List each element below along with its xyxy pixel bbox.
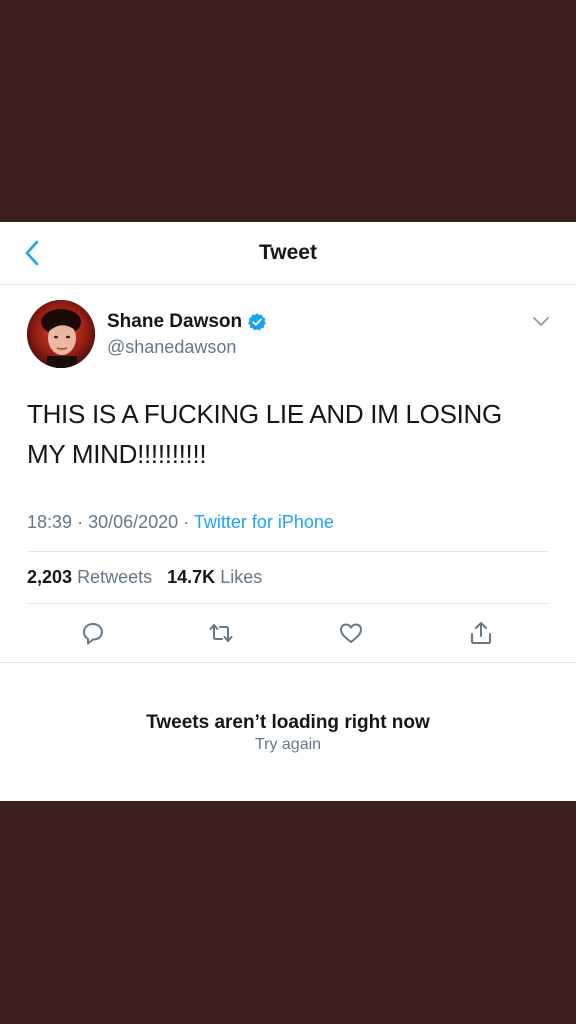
username-handle[interactable]: @shanedawson [107,337,236,358]
meta-separator: · [77,512,84,532]
section-divider [0,662,576,663]
verified-badge-icon [248,313,267,331]
retweets-count: 2,203 [27,567,73,587]
divider [27,551,548,552]
like-icon[interactable] [338,620,364,646]
tweet-text-line-2: MY MIND!!!!!!!!!! [27,439,207,469]
likes-count: 14.7K [167,567,216,587]
error-message: Tweets aren’t loading right now [146,712,430,733]
tweet-screen: Tweet Shane Dawson @shanedawson THIS IS … [0,222,576,801]
avatar-image [27,300,95,368]
tweet-date: 30/06/2020 [88,512,179,532]
tweet-time: 18:39 [27,512,73,532]
avatar[interactable] [27,300,95,368]
page-title: Tweet [259,241,317,264]
likes-label: Likes [220,567,263,587]
try-again-link[interactable]: Try again [0,736,576,754]
tweet-meta: 18:39 · 30/06/2020 · Twitter for iPhone [27,512,334,533]
tweet-text-line-1: THIS IS A FUCKING LIE AND IM LOSING [27,399,502,429]
author-name-row[interactable]: Shane Dawson [107,311,267,333]
divider [27,603,548,604]
retweets-stat[interactable]: 2,203 Retweets [27,567,152,587]
share-icon[interactable] [468,620,494,646]
likes-stat[interactable]: 14.7K Likes [167,567,262,587]
top-bar: Tweet [0,222,576,285]
display-name[interactable]: Shane Dawson [107,311,242,333]
reply-icon[interactable] [80,620,106,646]
meta-separator: · [183,512,190,532]
tweet-text: THIS IS A FUCKING LIE AND IM LOSING MY M… [27,394,557,474]
tweet-source-link[interactable]: Twitter for iPhone [194,512,334,532]
retweet-icon[interactable] [208,620,234,646]
tweet-stats: 2,203 Retweets 14.7K Likes [27,567,272,588]
chevron-down-icon[interactable] [531,315,551,329]
retweets-label: Retweets [77,567,153,587]
